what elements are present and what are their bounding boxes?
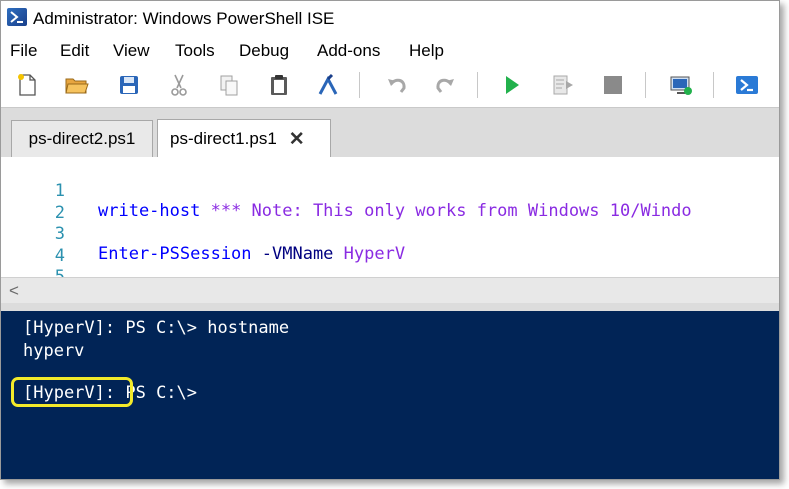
undo-icon[interactable] <box>383 71 411 99</box>
new-icon[interactable] <box>13 71 41 99</box>
code-line: 2 <box>1 183 65 223</box>
toolbar-separator <box>645 72 646 98</box>
powershell-app-icon <box>7 8 27 26</box>
save-icon[interactable] <box>115 71 143 99</box>
code-line: 4 <box>1 226 65 266</box>
code-argument: *** Note: This only works from Windows 1… <box>200 201 692 221</box>
menu-bar: File Edit View Tools Debug Add-ons Help <box>1 39 779 63</box>
run-selection-icon[interactable] <box>549 71 577 99</box>
console-output: hyperv <box>23 341 85 361</box>
menu-edit[interactable]: Edit <box>60 41 89 61</box>
console-line: [HyperV]: PS C:\> hostname <box>23 318 290 338</box>
code-parameter: -VMName <box>251 244 334 264</box>
cut-icon[interactable] <box>165 71 193 99</box>
tab-ps-direct1[interactable]: ps-direct1.ps1 ✕ <box>157 119 331 158</box>
console-pane[interactable]: [HyperV]: PS C:\> hostname hyperv [Hyper… <box>1 311 779 479</box>
code-line: 1 write-host *** Note: This only works f… <box>1 161 692 221</box>
open-icon[interactable] <box>63 71 91 99</box>
menu-help[interactable]: Help <box>409 41 444 61</box>
toolbar <box>1 65 779 105</box>
powershell-ise-window: Administrator: Windows PowerShell ISE Fi… <box>0 0 780 480</box>
menu-add-ons[interactable]: Add-ons <box>317 41 380 61</box>
close-icon[interactable]: ✕ <box>289 130 305 149</box>
toolbar-separator <box>477 72 478 98</box>
scroll-left-arrow[interactable]: < <box>9 281 19 301</box>
menu-tools[interactable]: Tools <box>175 41 215 61</box>
toolbar-separator <box>359 72 360 98</box>
paste-icon[interactable] <box>265 71 293 99</box>
powershell-icon[interactable] <box>733 71 761 99</box>
editor-horizontal-scrollbar[interactable]: < <box>1 277 779 304</box>
code-command: Enter-PSSession <box>98 244 252 264</box>
code-argument: HyperV <box>333 244 406 264</box>
script-tab-strip: ps-direct2.ps1 ps-direct1.ps1 ✕ <box>1 107 779 158</box>
script-editor[interactable]: 1 write-host *** Note: This only works f… <box>1 157 779 287</box>
stop-icon[interactable] <box>599 71 627 99</box>
highlight-annotation <box>11 377 133 407</box>
code-line: 5 <box>1 247 65 287</box>
menu-file[interactable]: File <box>10 41 37 61</box>
clear-icon[interactable] <box>314 71 342 99</box>
window-title: Administrator: Windows PowerShell ISE <box>33 9 335 28</box>
tab-ps-direct2[interactable]: ps-direct2.ps1 <box>11 120 153 157</box>
remote-powershell-icon[interactable] <box>667 71 695 99</box>
run-icon[interactable] <box>498 71 526 99</box>
tab-label: ps-direct2.ps1 <box>28 129 136 148</box>
copy-icon[interactable] <box>215 71 243 99</box>
title-bar: Administrator: Windows PowerShell ISE <box>1 1 779 37</box>
menu-view[interactable]: View <box>113 41 150 61</box>
redo-icon[interactable] <box>431 71 459 99</box>
code-line: 3 Enter-PSSession -VMName HyperV <box>1 204 405 264</box>
pane-splitter[interactable] <box>1 303 779 311</box>
code-command: write-host <box>98 201 201 221</box>
tab-label: ps-direct1.ps1 <box>170 129 277 148</box>
toolbar-separator <box>713 72 714 98</box>
menu-debug[interactable]: Debug <box>239 41 289 61</box>
